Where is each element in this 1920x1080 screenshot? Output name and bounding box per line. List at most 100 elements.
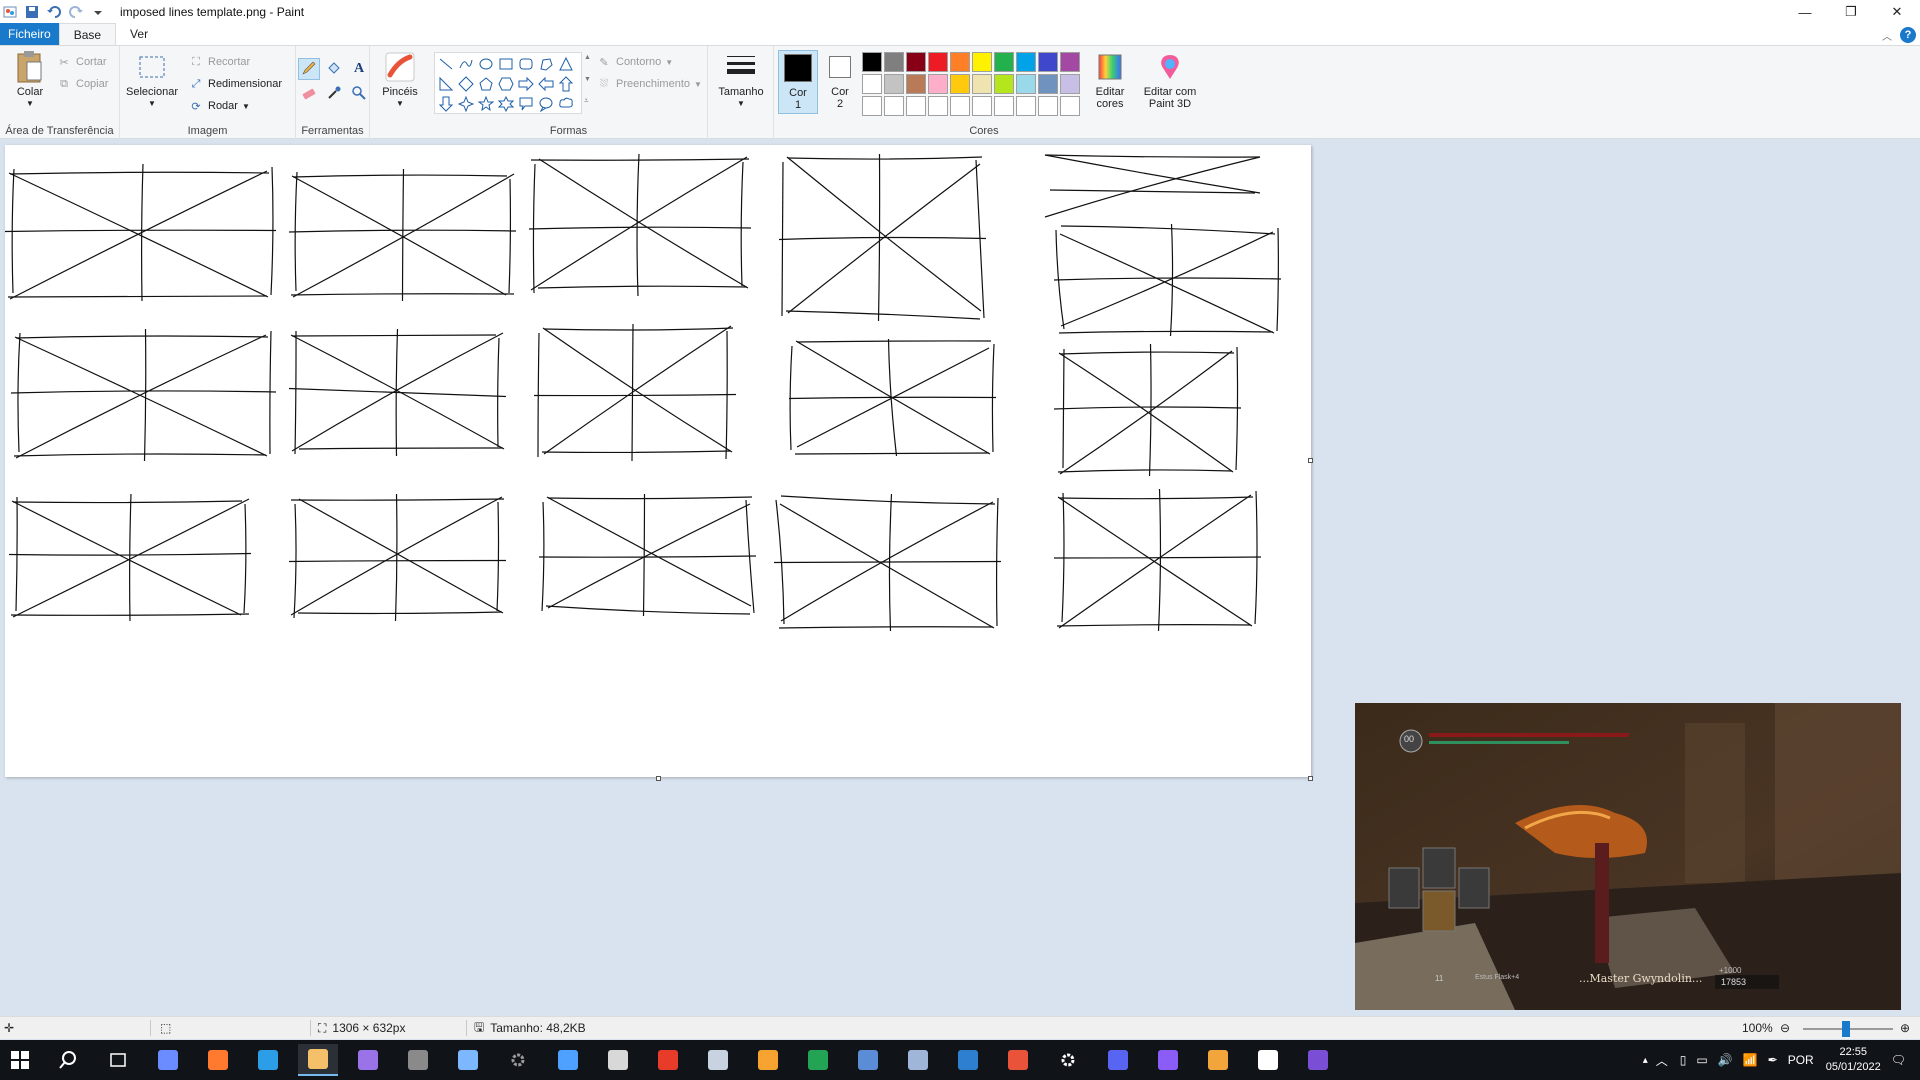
palette-swatch[interactable] xyxy=(994,52,1014,72)
camera-taskbar-button[interactable] xyxy=(898,1044,938,1076)
shape-arrow-left[interactable] xyxy=(536,74,555,93)
redo-icon[interactable] xyxy=(68,4,84,20)
shape-pentagon[interactable] xyxy=(476,74,495,93)
paint-app-icon[interactable] xyxy=(2,4,18,20)
volume-icon[interactable]: 🔊 xyxy=(1718,1053,1733,1067)
palette-swatch[interactable] xyxy=(1016,52,1036,72)
pen-icon[interactable]: ✒ xyxy=(1768,1053,1778,1067)
app-18-taskbar-button[interactable] xyxy=(998,1044,1038,1076)
palette-swatch[interactable] xyxy=(1038,74,1058,94)
tab-file[interactable]: Ficheiro xyxy=(0,23,59,45)
palette-swatch[interactable] xyxy=(1060,74,1080,94)
shape-curve[interactable] xyxy=(456,54,475,73)
github-taskbar-button[interactable] xyxy=(1148,1044,1188,1076)
palette-swatch[interactable] xyxy=(906,96,926,116)
pencil-tool[interactable] xyxy=(298,58,320,80)
shape-star6[interactable] xyxy=(496,94,515,113)
palette-swatch[interactable] xyxy=(972,96,992,116)
search-taskbar-button[interactable] xyxy=(48,1044,88,1076)
resize-handle-corner[interactable] xyxy=(1308,776,1313,781)
shape-arrow-right[interactable] xyxy=(516,74,535,93)
notifications-icon[interactable]: 🗨 xyxy=(1891,1053,1906,1067)
shape-oval[interactable] xyxy=(476,54,495,73)
settings-taskbar-button[interactable] xyxy=(1048,1044,1088,1076)
shape-line[interactable] xyxy=(436,54,455,73)
show-hidden-icons-icon[interactable]: ︿ xyxy=(1656,1052,1668,1069)
size-button[interactable]: Tamanho ▼ xyxy=(716,50,766,110)
usb-icon[interactable]: ▯ xyxy=(1680,1053,1687,1067)
collapse-ribbon-icon[interactable]: ︿ xyxy=(1882,28,1892,43)
minimize-button[interactable]: — xyxy=(1782,0,1828,24)
brushes-button[interactable]: Pincéis ▼ xyxy=(380,50,420,110)
task-view-taskbar-button[interactable] xyxy=(98,1044,138,1076)
palette-swatch[interactable] xyxy=(862,74,882,94)
palette-swatch[interactable] xyxy=(884,52,904,72)
tab-home[interactable]: Base xyxy=(58,23,117,45)
shape-right-triangle[interactable] xyxy=(436,74,455,93)
resize-button[interactable]: ⤢ Redimensionar xyxy=(188,76,282,92)
cut-button[interactable]: ✂ Cortar xyxy=(56,54,106,70)
save-icon[interactable] xyxy=(24,4,40,20)
shape-diamond[interactable] xyxy=(456,74,475,93)
fill-tool[interactable] xyxy=(323,58,345,80)
shapes-scroll-down-icon[interactable]: ▼ xyxy=(584,76,591,83)
start-taskbar-button[interactable] xyxy=(0,1044,40,1076)
palette-swatch[interactable] xyxy=(972,74,992,94)
settings-gear-taskbar-button[interactable] xyxy=(498,1044,538,1076)
app-12-taskbar-button[interactable] xyxy=(698,1044,738,1076)
app-3-taskbar-button[interactable] xyxy=(248,1044,288,1076)
shape-rectangle[interactable] xyxy=(496,54,515,73)
shape-hexagon[interactable] xyxy=(496,74,515,93)
undo-icon[interactable] xyxy=(46,4,62,20)
shape-arrow-up[interactable] xyxy=(556,74,575,93)
edit-colors-button[interactable]: Editar cores xyxy=(1088,50,1132,110)
shape-triangle[interactable] xyxy=(556,54,575,73)
zoom-slider-thumb[interactable] xyxy=(1842,1021,1850,1037)
zoom-out-button[interactable]: ⊖ xyxy=(1780,1021,1790,1035)
app-7-taskbar-button[interactable] xyxy=(448,1044,488,1076)
close-button[interactable]: ✕ xyxy=(1874,0,1920,24)
text-tool[interactable]: A xyxy=(348,58,370,80)
restore-button[interactable]: ❐ xyxy=(1828,0,1874,24)
zoom-in-button[interactable]: ⊕ xyxy=(1900,1021,1910,1035)
palette-swatch[interactable] xyxy=(950,52,970,72)
palette-swatch[interactable] xyxy=(1016,74,1036,94)
shape-callout-oval[interactable] xyxy=(536,94,555,113)
color-picker-tool[interactable] xyxy=(323,83,345,105)
edit-paint3d-button[interactable]: Editar com Paint 3D xyxy=(1134,50,1206,110)
customize-qat-icon[interactable] xyxy=(90,4,106,20)
app-20-taskbar-button[interactable] xyxy=(1098,1044,1138,1076)
palette-swatch[interactable] xyxy=(906,74,926,94)
palette-swatch[interactable] xyxy=(884,96,904,116)
shape-star4[interactable] xyxy=(456,94,475,113)
paint-taskbar-button[interactable] xyxy=(298,1044,338,1076)
app-2-taskbar-button[interactable] xyxy=(198,1044,238,1076)
palette-swatch[interactable] xyxy=(928,96,948,116)
fill-button[interactable]: ⛆ Preenchimento ▼ xyxy=(596,76,702,92)
color2-button[interactable]: Cor 2 xyxy=(822,50,858,110)
palette-swatch[interactable] xyxy=(950,96,970,116)
network-icon[interactable]: 📶 xyxy=(1743,1053,1758,1067)
tab-view[interactable]: Ver xyxy=(116,23,162,45)
palette-swatch[interactable] xyxy=(994,74,1014,94)
app-17-taskbar-button[interactable] xyxy=(948,1044,988,1076)
scroll-taskbar-icon[interactable]: ▴ xyxy=(1643,1055,1648,1066)
palette-swatch[interactable] xyxy=(928,52,948,72)
palette-swatch[interactable] xyxy=(1060,96,1080,116)
rotate-button[interactable]: ⟳ Rodar ▼ xyxy=(188,98,250,114)
shape-star5[interactable] xyxy=(476,94,495,113)
palette-swatch[interactable] xyxy=(884,74,904,94)
app-6-taskbar-button[interactable] xyxy=(398,1044,438,1076)
app-22-taskbar-button[interactable] xyxy=(1198,1044,1238,1076)
app-15-taskbar-button[interactable] xyxy=(848,1044,888,1076)
palette-swatch[interactable] xyxy=(950,74,970,94)
shape-rounded-rect[interactable] xyxy=(516,54,535,73)
palette-swatch[interactable] xyxy=(972,52,992,72)
palette-swatch[interactable] xyxy=(862,52,882,72)
resize-handle-right[interactable] xyxy=(1308,458,1313,463)
outline-button[interactable]: ✎ Contorno ▼ xyxy=(596,54,673,70)
app-1-taskbar-button[interactable] xyxy=(148,1044,188,1076)
paste-button[interactable]: Colar ▼ xyxy=(10,50,50,110)
app-9-taskbar-button[interactable] xyxy=(548,1044,588,1076)
battery-icon[interactable]: ▭ xyxy=(1696,1053,1707,1067)
